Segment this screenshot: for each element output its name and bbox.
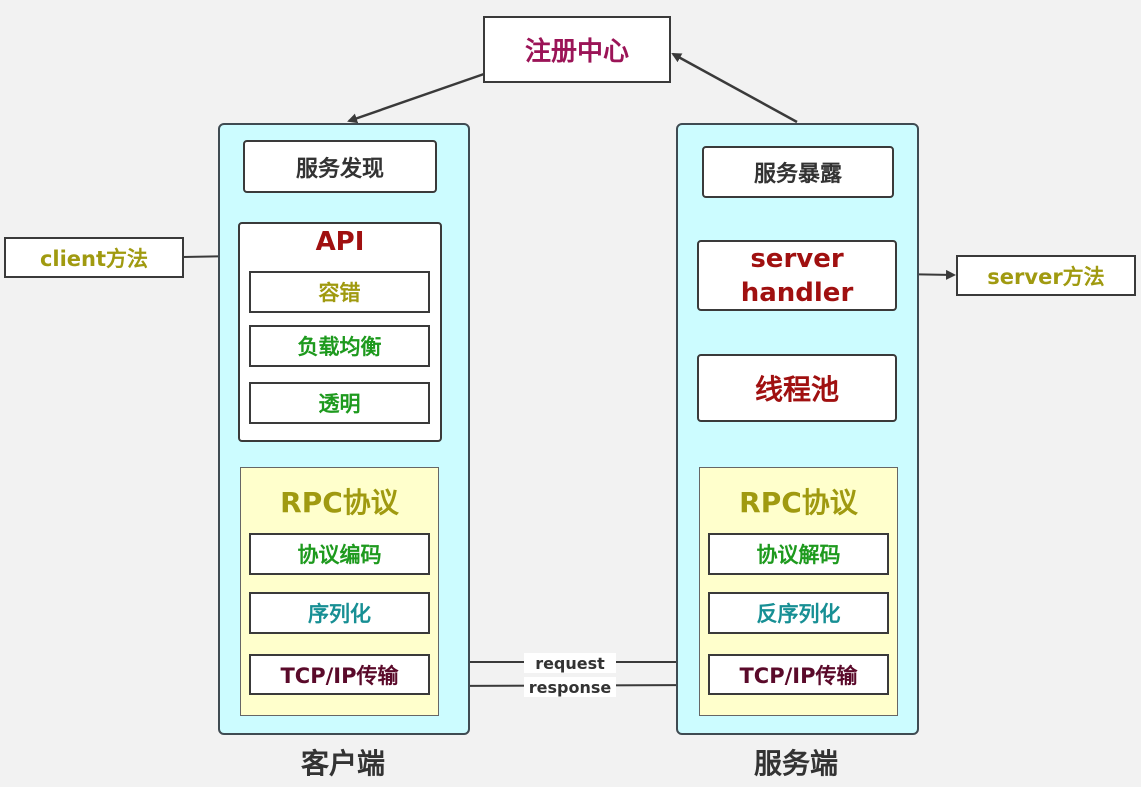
service-discovery-box: 服务发现 bbox=[243, 140, 437, 193]
rpc-item-label: 序列化 bbox=[308, 602, 371, 626]
registry-box: 注册中心 bbox=[483, 16, 671, 83]
service-discovery-label: 服务发现 bbox=[295, 156, 384, 182]
server-handler-label: server handler bbox=[740, 243, 854, 308]
request-label: request bbox=[524, 653, 616, 673]
api-item-load-balancing: 负载均衡 bbox=[249, 325, 430, 367]
rpc-item-label: TCP/IP传输 bbox=[739, 663, 858, 688]
arrow-registry-to-client bbox=[347, 72, 485, 124]
server-rpc-title: RPC协议 bbox=[739, 486, 858, 519]
client-method-label: client方法 bbox=[39, 246, 149, 271]
server-handler-box: server handler bbox=[697, 240, 897, 311]
client-title: 客户端 bbox=[300, 747, 385, 780]
arrow-server-to-registry bbox=[671, 52, 798, 124]
server-rpc-deserialize: 反序列化 bbox=[708, 592, 889, 634]
client-rpc-tcp: TCP/IP传输 bbox=[249, 654, 430, 695]
registry-label: 注册中心 bbox=[524, 37, 629, 67]
server-rpc-decode: 协议解码 bbox=[708, 533, 889, 575]
api-item-label: 容错 bbox=[318, 281, 361, 305]
api-item-fault-tolerance: 容错 bbox=[249, 271, 430, 313]
service-exposure-box: 服务暴露 bbox=[702, 146, 894, 198]
api-item-label: 负载均衡 bbox=[297, 335, 382, 359]
client-method-box: client方法 bbox=[4, 237, 184, 278]
service-exposure-label: 服务暴露 bbox=[753, 162, 842, 187]
api-item-transparent: 透明 bbox=[249, 382, 430, 424]
client-rpc-serialize: 序列化 bbox=[249, 592, 430, 634]
rpc-item-label: TCP/IP传输 bbox=[280, 663, 399, 688]
api-item-label: 透明 bbox=[318, 392, 361, 416]
response-label: response bbox=[524, 677, 616, 697]
rpc-item-label: 反序列化 bbox=[756, 602, 841, 626]
server-rpc-tcp: TCP/IP传输 bbox=[708, 654, 889, 695]
client-rpc-encode: 协议编码 bbox=[249, 533, 430, 575]
rpc-item-label: 协议解码 bbox=[756, 543, 841, 567]
client-rpc-title: RPC协议 bbox=[280, 486, 399, 519]
server-method-label: server方法 bbox=[987, 264, 1105, 289]
api-title: API bbox=[315, 227, 365, 257]
threadpool-label: 线程池 bbox=[754, 373, 839, 406]
server-title: 服务端 bbox=[753, 747, 838, 780]
rpc-item-label: 协议编码 bbox=[297, 543, 382, 567]
threadpool-box: 线程池 bbox=[697, 354, 897, 422]
server-method-box: server方法 bbox=[956, 255, 1136, 296]
